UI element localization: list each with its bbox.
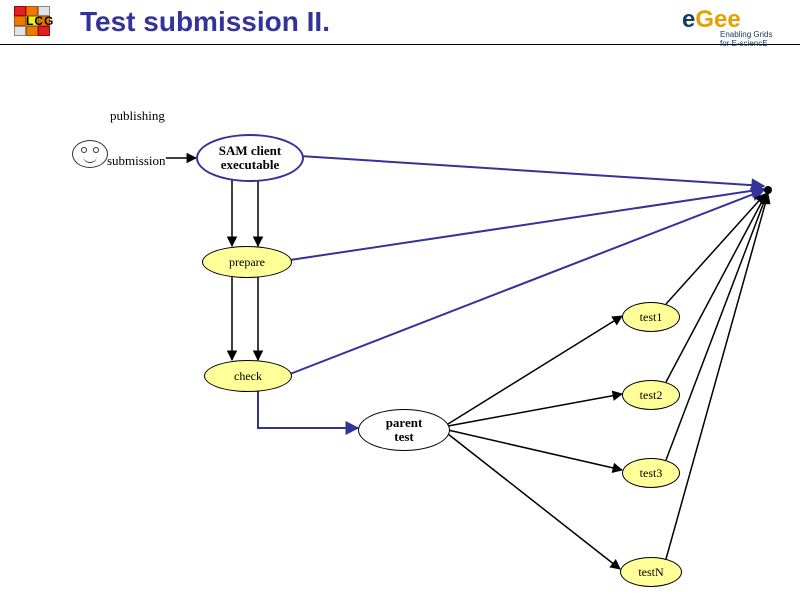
sam-client-label: SAM client executable xyxy=(219,144,281,171)
egee-e: e xyxy=(682,6,695,33)
parent-test-label: parent test xyxy=(386,416,423,443)
testN-label: testN xyxy=(638,566,663,579)
test2-node: test2 xyxy=(622,380,680,410)
test3-label: test3 xyxy=(640,467,663,480)
header-bar: LCG Test submission II. eGee Enabling Gr… xyxy=(0,2,800,45)
diagram-canvas: publishing submission SAM client executa… xyxy=(0,44,800,600)
submission-label: submission xyxy=(107,153,166,169)
connector-lines xyxy=(0,44,800,600)
lcg-logo: LCG xyxy=(14,6,62,38)
egee-gee: Gee xyxy=(695,6,740,33)
test1-label: test1 xyxy=(640,311,663,324)
parent-test-node: parent test xyxy=(358,409,450,451)
test2-label: test2 xyxy=(640,389,663,402)
sink-dot xyxy=(764,186,772,194)
prepare-node: prepare xyxy=(202,246,292,278)
check-node: check xyxy=(204,360,292,392)
prepare-label: prepare xyxy=(229,256,265,269)
testN-node: testN xyxy=(620,557,682,587)
page-title: Test submission II. xyxy=(80,6,330,38)
test3-node: test3 xyxy=(622,458,680,488)
test1-node: test1 xyxy=(622,302,680,332)
lcg-text: LCG xyxy=(26,14,54,28)
publishing-label: publishing xyxy=(110,108,165,124)
user-icon xyxy=(72,140,108,168)
sam-client-node: SAM client executable xyxy=(196,134,304,182)
check-label: check xyxy=(234,370,262,383)
